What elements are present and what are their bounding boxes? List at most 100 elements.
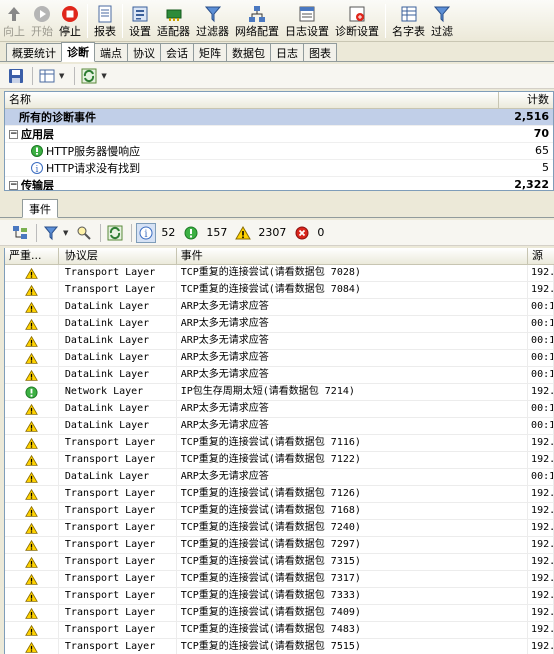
log-settings-button[interactable]: 日志设置 xyxy=(282,0,332,42)
ok-icon xyxy=(31,145,43,157)
event-row[interactable]: Transport Layer TCP重复的连接尝试(请看数据包 7028) 192… xyxy=(5,265,554,282)
event-text: TCP重复的连接尝试(请看数据包 7116) xyxy=(177,435,529,451)
tab-0[interactable]: 概要统计 xyxy=(6,43,62,61)
event-row[interactable]: Transport Layer TCP重复的连接尝试(请看数据包 7116) 192… xyxy=(5,435,554,452)
diag-row[interactable]: − 应用层 70 xyxy=(5,126,553,143)
tree-icon[interactable] xyxy=(10,223,30,243)
event-row[interactable]: Transport Layer TCP重复的连接尝试(请看数据包 7297) 192… xyxy=(5,537,554,554)
warning-icon xyxy=(5,622,59,638)
stop-button[interactable]: 停止 xyxy=(56,0,84,42)
tab-5[interactable]: 矩阵 xyxy=(193,43,227,61)
adapter-icon xyxy=(164,4,184,24)
up-button[interactable]: 向上 xyxy=(0,0,28,42)
tab-2[interactable]: 端点 xyxy=(94,43,128,61)
diag-settings-button[interactable]: 诊断设置 xyxy=(332,0,382,42)
col-count-header[interactable]: 计数 xyxy=(499,92,553,108)
warning-icon xyxy=(5,401,59,417)
event-row[interactable]: Transport Layer TCP重复的连接尝试(请看数据包 7515) 192… xyxy=(5,639,554,654)
toolbar-button-label: 向上 xyxy=(3,25,25,38)
report-button[interactable]: 报表 xyxy=(91,0,119,42)
event-row[interactable]: DataLink Layer ARP太多无请求应答 00:1 xyxy=(5,401,554,418)
info-filter-icon[interactable]: i xyxy=(136,222,157,243)
warning-filter-icon[interactable] xyxy=(233,223,253,243)
error-filter-icon[interactable] xyxy=(292,223,312,243)
event-source: 00:1 xyxy=(528,401,554,417)
stop-icon xyxy=(60,4,80,24)
adapter-button[interactable]: 适配器 xyxy=(154,0,193,42)
save-icon[interactable] xyxy=(6,66,26,86)
event-row[interactable]: Transport Layer TCP重复的连接尝试(请看数据包 7126) 192… xyxy=(5,486,554,503)
event-text: TCP重复的连接尝试(请看数据包 7483) xyxy=(177,622,529,638)
tab-events[interactable]: 事件 xyxy=(22,199,58,218)
event-source: 00:1 xyxy=(528,299,554,315)
columns-icon[interactable] xyxy=(37,66,57,86)
chevron-down-icon[interactable]: ▼ xyxy=(59,72,64,80)
event-row[interactable]: Transport Layer TCP重复的连接尝试(请看数据包 7084) 192… xyxy=(5,282,554,299)
chevron-down-icon[interactable]: ▼ xyxy=(101,72,106,80)
settings-button[interactable]: 设置 xyxy=(126,0,154,42)
tab-7[interactable]: 日志 xyxy=(270,43,304,61)
diag-row[interactable]: − 传输层 2,322 xyxy=(5,177,553,190)
event-row[interactable]: DataLink Layer ARP太多无请求应答 00:1 xyxy=(5,350,554,367)
filter-icon[interactable] xyxy=(41,223,61,243)
network-config-button[interactable]: 网络配置 xyxy=(232,0,282,42)
event-row[interactable]: DataLink Layer ARP太多无请求应答 00:1 xyxy=(5,367,554,384)
event-row[interactable]: DataLink Layer ARP太多无请求应答 00:1 xyxy=(5,469,554,486)
event-row[interactable]: Transport Layer TCP重复的连接尝试(请看数据包 7409) 192… xyxy=(5,605,554,622)
col-severity-header[interactable]: 严重... xyxy=(5,248,59,264)
event-source: 192. xyxy=(528,605,554,621)
event-row[interactable]: Transport Layer TCP重复的连接尝试(请看数据包 7122) 192… xyxy=(5,452,554,469)
event-layer: Transport Layer xyxy=(59,282,177,298)
tab-1[interactable]: 诊断 xyxy=(61,42,95,62)
diagnosis-tree: 名称 计数 所有的诊断事件 2,516− 应用层 70 HTTP服务器慢响应 65 i HTT… xyxy=(4,91,554,191)
filter-button[interactable]: 过滤器 xyxy=(193,0,232,42)
tab-6[interactable]: 数据包 xyxy=(226,43,271,61)
event-row[interactable]: Transport Layer TCP重复的连接尝试(请看数据包 7168) 192… xyxy=(5,503,554,520)
event-row[interactable]: Transport Layer TCP重复的连接尝试(请看数据包 7483) 192… xyxy=(5,622,554,639)
event-text: IP包生存周期太短(请看数据包 7214) xyxy=(177,384,529,400)
tab-3[interactable]: 协议 xyxy=(127,43,161,61)
chevron-down-icon[interactable]: ▼ xyxy=(63,229,68,237)
event-source: 192. xyxy=(528,537,554,553)
event-row[interactable]: Network Layer IP包生存周期太短(请看数据包 7214) 192. xyxy=(5,384,554,401)
refresh-icon[interactable] xyxy=(105,223,125,243)
diag-row[interactable]: HTTP服务器慢响应 65 xyxy=(5,143,553,160)
event-layer: Transport Layer xyxy=(59,265,177,281)
filter2-button[interactable]: 过滤 xyxy=(428,0,456,42)
name-table-button[interactable]: 名字表 xyxy=(389,0,428,42)
toolbar-button-label: 日志设置 xyxy=(285,25,329,38)
tab-4[interactable]: 会话 xyxy=(160,43,194,61)
start-button[interactable]: 开始 xyxy=(28,0,56,42)
event-row[interactable]: DataLink Layer ARP太多无请求应答 00:1 xyxy=(5,333,554,350)
separator xyxy=(36,223,37,242)
diag-row[interactable]: 所有的诊断事件 2,516 xyxy=(5,109,553,126)
col-name-header[interactable]: 名称 xyxy=(5,92,500,108)
event-text: TCP重复的连接尝试(请看数据包 7168) xyxy=(177,503,529,519)
settings-icon xyxy=(130,4,150,24)
diag-row-label: HTTP请求没有找到 xyxy=(46,162,141,175)
event-source: 00:1 xyxy=(528,350,554,366)
find-icon[interactable] xyxy=(74,223,94,243)
col-layer-header[interactable]: 协议层 xyxy=(59,248,177,264)
collapse-icon[interactable]: − xyxy=(9,180,18,190)
diag-header: 名称 计数 xyxy=(5,92,553,109)
col-event-header[interactable]: 事件 xyxy=(177,248,529,264)
event-row[interactable]: Transport Layer TCP重复的连接尝试(请看数据包 7315) 192… xyxy=(5,554,554,571)
diag-row-name: HTTP服务器慢响应 xyxy=(5,143,499,159)
refresh-icon[interactable] xyxy=(79,66,99,86)
event-row[interactable]: DataLink Layer ARP太多无请求应答 00:1 xyxy=(5,299,554,316)
event-row[interactable]: DataLink Layer ARP太多无请求应答 00:1 xyxy=(5,316,554,333)
ok-filter-icon[interactable] xyxy=(181,223,201,243)
col-source-header[interactable]: 源 xyxy=(528,248,554,264)
tab-8[interactable]: 图表 xyxy=(303,43,337,61)
event-row[interactable]: Transport Layer TCP重复的连接尝试(请看数据包 7333) 192… xyxy=(5,588,554,605)
diag-row[interactable]: i HTTP请求没有找到 5 xyxy=(5,160,553,177)
event-row[interactable]: DataLink Layer ARP太多无请求应答 00:1 xyxy=(5,418,554,435)
warning-icon xyxy=(5,316,59,332)
event-text: ARP太多无请求应答 xyxy=(177,299,529,315)
collapse-icon[interactable]: − xyxy=(9,129,18,139)
event-row[interactable]: Transport Layer TCP重复的连接尝试(请看数据包 7317) 192… xyxy=(5,571,554,588)
toolbar-button-label: 适配器 xyxy=(157,25,190,38)
log-settings-icon xyxy=(297,4,317,24)
event-row[interactable]: Transport Layer TCP重复的连接尝试(请看数据包 7240) 192… xyxy=(5,520,554,537)
